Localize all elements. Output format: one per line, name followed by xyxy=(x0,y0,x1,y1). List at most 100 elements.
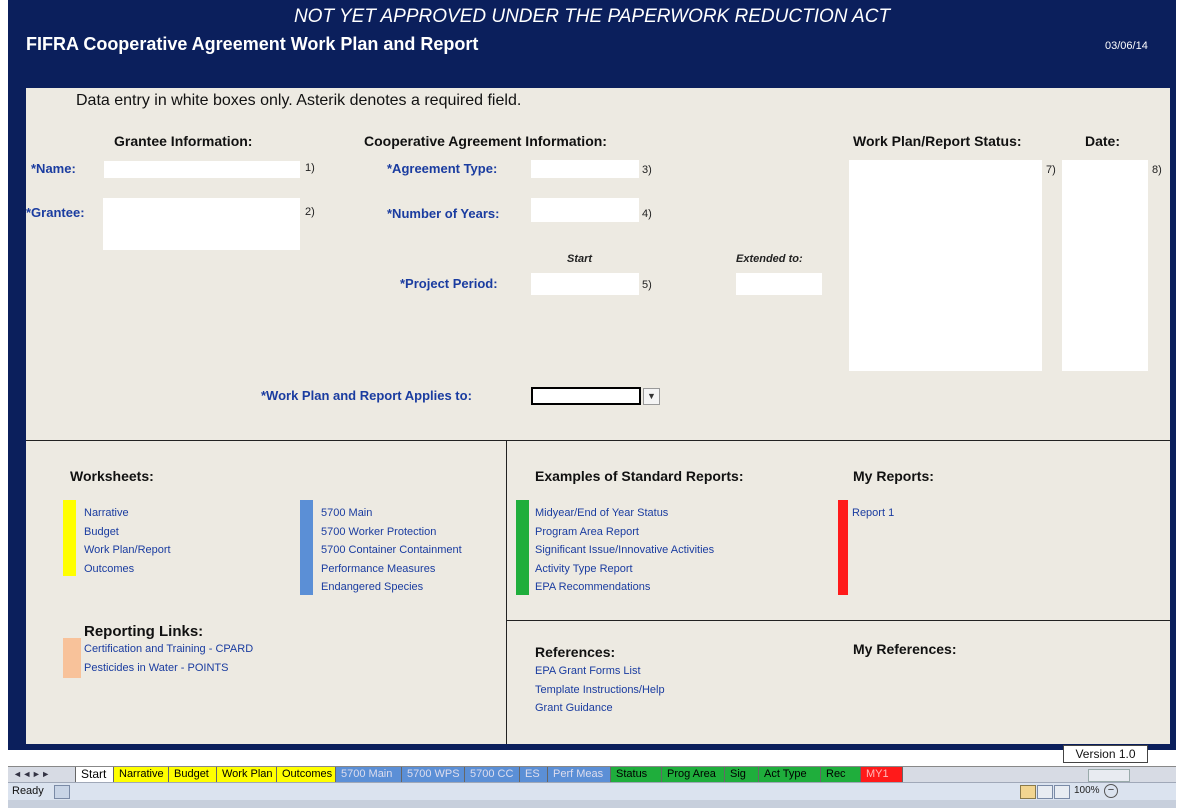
reporting-link-cpard[interactable]: Certification and Training - CPARD xyxy=(84,640,253,659)
name-label: *Name: xyxy=(31,161,76,176)
zoom-level[interactable]: 100% xyxy=(1074,785,1100,796)
agreement-type-number: 3) xyxy=(642,164,652,176)
zoom-out-icon[interactable]: − xyxy=(1104,784,1118,798)
grantee-label: *Grantee: xyxy=(26,205,85,220)
grantee-field[interactable] xyxy=(103,198,300,250)
instruction-text: Data entry in white boxes only. Asterik … xyxy=(76,92,522,109)
reference-link-instructions[interactable]: Template Instructions/Help xyxy=(535,681,665,700)
years-label: *Number of Years: xyxy=(387,206,500,221)
tab-perf-meas[interactable]: Perf Meas xyxy=(548,767,611,782)
my-reports-heading: My Reports: xyxy=(853,468,934,484)
form-panel: Data entry in white boxes only. Asterik … xyxy=(26,88,1170,744)
worksheets-list-1: Narrative Budget Work Plan/Report Outcom… xyxy=(84,504,171,578)
standard-reports-list: Midyear/End of Year Status Program Area … xyxy=(535,504,714,597)
tab-status[interactable]: Status xyxy=(611,767,662,782)
standard-reports-color-bar xyxy=(516,500,529,595)
worksheets-color-bar-blue xyxy=(300,500,313,595)
project-period-label: *Project Period: xyxy=(400,276,498,291)
page-layout-icon[interactable] xyxy=(1037,785,1053,799)
tab-act-type[interactable]: Act Type xyxy=(759,767,821,782)
chevron-down-icon[interactable]: ▼ xyxy=(643,388,660,405)
extended-label: Extended to: xyxy=(736,253,803,265)
tab-narrative[interactable]: Narrative xyxy=(114,767,169,782)
sheet-tab-bar: ◄ ◄ ► ► Start Narrative Budget Work Plan… xyxy=(8,766,1176,783)
worksheets-list-2: 5700 Main 5700 Worker Protection 5700 Co… xyxy=(321,504,462,597)
tab-es[interactable]: ES xyxy=(520,767,548,782)
reporting-link-points[interactable]: Pesticides in Water - POINTS xyxy=(84,659,253,678)
date-number: 8) xyxy=(1152,164,1162,176)
header-date: 03/06/14 xyxy=(1105,40,1148,52)
normal-view-icon[interactable] xyxy=(1020,785,1036,799)
my-report-link-1[interactable]: Report 1 xyxy=(852,504,894,523)
grantee-heading: Grantee Information: xyxy=(114,133,253,149)
worksheet-link-narrative[interactable]: Narrative xyxy=(84,504,171,523)
worksheet-link-work-plan[interactable]: Work Plan/Report xyxy=(84,541,171,560)
report-link-midyear-status[interactable]: Midyear/End of Year Status xyxy=(535,504,714,523)
report-link-significant-issue[interactable]: Significant Issue/Innovative Activities xyxy=(535,541,714,560)
tab-navigation-arrows[interactable]: ◄ ◄ ► ► xyxy=(8,767,76,782)
applies-to-label: *Work Plan and Report Applies to: xyxy=(261,388,472,403)
reference-link-grant-guidance[interactable]: Grant Guidance xyxy=(535,699,665,718)
macro-record-icon[interactable] xyxy=(54,785,70,799)
project-extended-field[interactable] xyxy=(736,273,822,295)
divider-vertical xyxy=(506,440,507,744)
report-link-epa-recommendations[interactable]: EPA Recommendations xyxy=(535,578,714,597)
tab-5700-main[interactable]: 5700 Main xyxy=(336,767,402,782)
reference-link-grant-forms[interactable]: EPA Grant Forms List xyxy=(535,662,665,681)
worksheet-link-budget[interactable]: Budget xyxy=(84,523,171,542)
tab-prog-area[interactable]: Prog Area xyxy=(662,767,725,782)
report-link-program-area[interactable]: Program Area Report xyxy=(535,523,714,542)
tab-my1[interactable]: MY1 xyxy=(861,767,903,782)
agreement-type-label: *Agreement Type: xyxy=(387,161,498,176)
agreement-type-field[interactable] xyxy=(531,160,639,178)
references-list: EPA Grant Forms List Template Instructio… xyxy=(535,662,665,718)
name-field[interactable] xyxy=(104,161,300,178)
status-number: 7) xyxy=(1046,164,1056,176)
worksheet-link-5700-worker-protection[interactable]: 5700 Worker Protection xyxy=(321,523,462,542)
grantee-number: 2) xyxy=(305,206,315,218)
applies-to-dropdown[interactable] xyxy=(531,387,641,405)
divider-horizontal xyxy=(26,440,1170,441)
my-references-heading: My References: xyxy=(853,641,957,657)
page-break-icon[interactable] xyxy=(1054,785,1070,799)
tab-start[interactable]: Start xyxy=(76,767,114,782)
date-heading: Date: xyxy=(1085,133,1121,149)
worksheet-link-endangered-species[interactable]: Endangered Species xyxy=(321,578,462,597)
references-heading: References: xyxy=(535,644,616,660)
date-field[interactable] xyxy=(1062,160,1148,371)
tab-work-plan[interactable]: Work Plan xyxy=(217,767,277,782)
project-start-field[interactable] xyxy=(531,273,639,295)
paperwork-notice: NOT YET APPROVED UNDER THE PAPERWORK RED… xyxy=(293,6,891,27)
coop-heading: Cooperative Agreement Information: xyxy=(364,133,607,149)
title-bar: NOT YET APPROVED UNDER THE PAPERWORK RED… xyxy=(8,0,1176,78)
taskbar-strip xyxy=(8,800,1176,808)
name-number: 1) xyxy=(305,162,315,174)
standard-reports-heading: Examples of Standard Reports: xyxy=(535,468,744,484)
reporting-links-color-bar xyxy=(63,638,81,678)
tab-rec[interactable]: Rec xyxy=(821,767,861,782)
my-reports-list: Report 1 xyxy=(852,504,894,523)
tab-budget[interactable]: Budget xyxy=(169,767,217,782)
tab-outcomes[interactable]: Outcomes xyxy=(277,767,336,782)
reporting-links-list: Certification and Training - CPARD Pesti… xyxy=(84,640,253,677)
reporting-links-heading: Reporting Links: xyxy=(84,623,204,640)
worksheet-link-outcomes[interactable]: Outcomes xyxy=(84,560,171,579)
worksheets-color-bar-yellow xyxy=(63,500,76,576)
worksheet-link-5700-container-containment[interactable]: 5700 Container Containment xyxy=(321,541,462,560)
worksheet-link-5700-main[interactable]: 5700 Main xyxy=(321,504,462,523)
project-period-number: 5) xyxy=(642,279,652,291)
worksheet-link-performance-measures[interactable]: Performance Measures xyxy=(321,560,462,579)
status-field[interactable] xyxy=(849,160,1042,371)
tab-5700-wps[interactable]: 5700 WPS xyxy=(402,767,465,782)
tab-5700-cc[interactable]: 5700 CC xyxy=(465,767,520,782)
my-reports-color-bar xyxy=(838,500,848,595)
number-of-years-field[interactable] xyxy=(531,198,639,222)
report-link-activity-type[interactable]: Activity Type Report xyxy=(535,560,714,579)
tab-sig[interactable]: Sig xyxy=(725,767,759,782)
horizontal-scrollbar[interactable] xyxy=(1088,769,1130,782)
page-title: FIFRA Cooperative Agreement Work Plan an… xyxy=(26,34,479,54)
version-label: Version 1.0 xyxy=(1063,745,1148,763)
status-bar: Ready 100% − xyxy=(8,782,1176,801)
divider-references xyxy=(506,620,1170,621)
status-heading: Work Plan/Report Status: xyxy=(853,133,1022,149)
